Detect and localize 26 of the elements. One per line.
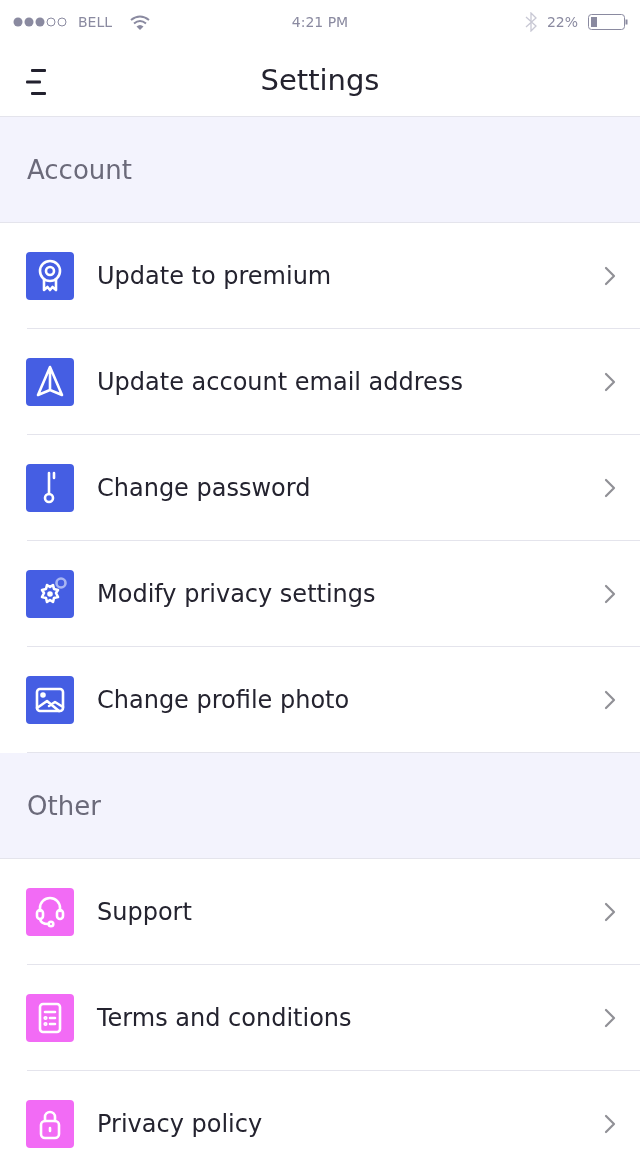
battery-percent: 22%	[546, 14, 578, 30]
section-header: Other	[0, 753, 640, 859]
section-header: Account	[0, 117, 640, 223]
chevron-icon	[604, 478, 616, 498]
settings-item[interactable]: Update account email address	[0, 329, 640, 435]
settings-item[interactable]: Update to premium	[0, 223, 640, 329]
settings-item[interactable]: Change profile photo	[0, 647, 640, 753]
settings-item[interactable]: Terms and conditions	[0, 965, 640, 1071]
chevron-icon	[604, 372, 616, 392]
status-time: 4:21 PM	[291, 14, 349, 30]
settings-item[interactable]: Support	[0, 859, 640, 965]
bluetooth-icon	[524, 12, 537, 32]
chevron-icon	[604, 1114, 616, 1134]
chevron-icon	[604, 902, 616, 922]
carrier-name: BELL	[78, 14, 113, 30]
chevron-icon	[604, 266, 616, 286]
settings-item[interactable]: Modify privacy settings	[0, 541, 640, 647]
battery-icon	[588, 14, 628, 30]
chevron-icon	[604, 1008, 616, 1028]
signal-icon	[12, 16, 68, 28]
chevron-icon	[604, 584, 616, 604]
wifi-icon	[130, 14, 151, 30]
screen-title: Settings	[260, 63, 380, 97]
settings-item[interactable]: Change password	[0, 435, 640, 541]
chevron-icon	[604, 690, 616, 710]
menu-icon[interactable]	[26, 69, 48, 95]
